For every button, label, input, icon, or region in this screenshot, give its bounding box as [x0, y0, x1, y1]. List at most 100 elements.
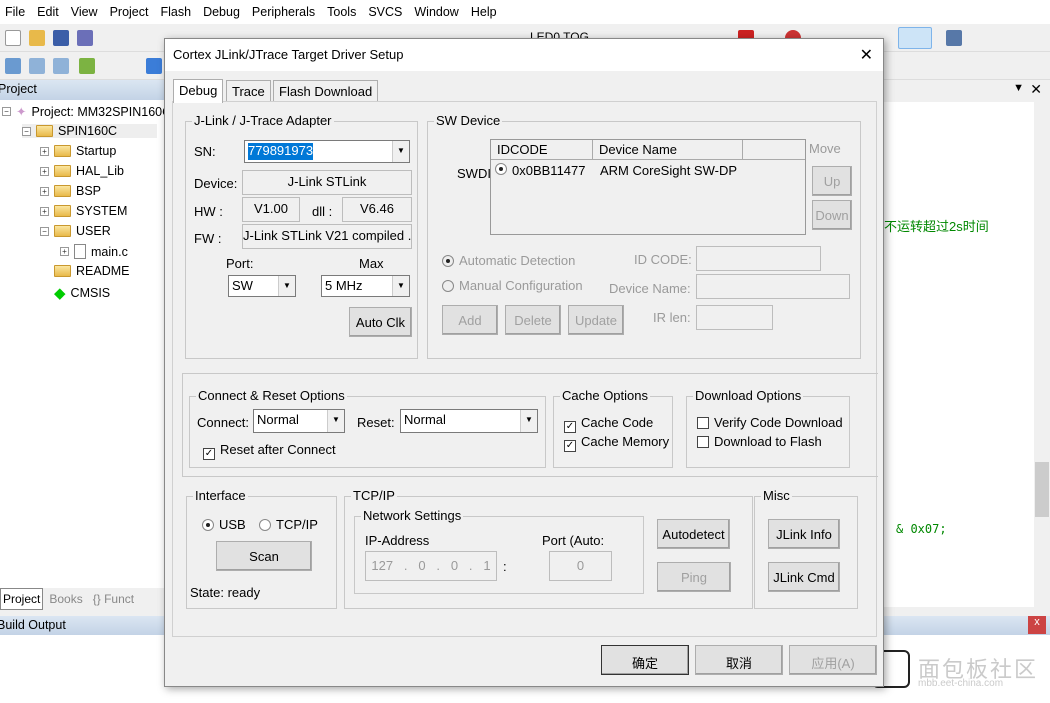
folder-icon [54, 265, 71, 277]
connect-reset-group: Connect & Reset Options Connect: Normal ▼… [189, 388, 546, 468]
open-icon[interactable] [29, 30, 45, 46]
translate-icon[interactable] [5, 58, 21, 74]
tab-debug[interactable]: Debug [173, 79, 224, 103]
tree-item-target[interactable]: − SPIN160C [22, 124, 158, 138]
menu-window[interactable]: Window [409, 5, 465, 19]
debug-tab-page: J-Link / J-Trace Adapter SN: 779891973 ▼ … [172, 101, 878, 637]
manual-config-radio[interactable]: Manual Configuration [442, 278, 583, 293]
move-down-button[interactable]: Down [812, 200, 852, 230]
menu-project[interactable]: Project [105, 5, 156, 19]
new-file-icon[interactable] [5, 30, 21, 46]
column-idcode[interactable]: IDCODE [491, 140, 593, 159]
misc-group: Misc JLink Info JLink Cmd [754, 488, 858, 609]
apply-button[interactable]: 应用(A) [789, 645, 877, 675]
column-device-name[interactable]: Device Name [593, 140, 743, 159]
folder-icon [54, 205, 71, 217]
cache-memory-checkbox[interactable]: ✓ Cache Memory [564, 434, 669, 452]
tree-item-system[interactable]: + SYSTEM [40, 204, 127, 218]
tree-item-hal-lib[interactable]: + HAL_Lib [40, 164, 124, 178]
state-text: State: ready [190, 585, 261, 600]
menu-svcs[interactable]: SVCS [363, 5, 409, 19]
tree-item-project[interactable]: − ✦ Project: MM32SPIN160C [2, 104, 171, 119]
ok-button[interactable]: 确定 [601, 645, 689, 675]
tree-item-user[interactable]: − USER [40, 224, 111, 238]
usb-radio[interactable]: USB [202, 517, 246, 532]
hw-field: V1.00 [242, 197, 300, 222]
ir-len-input[interactable] [696, 305, 773, 330]
cancel-button[interactable]: 取消 [695, 645, 783, 675]
radio-selected-icon [495, 163, 507, 175]
tab-trace[interactable]: Trace [226, 80, 271, 102]
chevron-down-icon: ▼ [392, 141, 409, 162]
tab-functions[interactable]: {} Funct [89, 588, 138, 610]
window-layout-icon[interactable] [898, 27, 932, 49]
cache-code-checkbox[interactable]: ✓ Cache Code [564, 415, 653, 433]
auto-detect-radio[interactable]: Automatic Detection [442, 253, 575, 268]
tree-item-startup[interactable]: + Startup [40, 144, 116, 158]
jlink-cmd-button[interactable]: JLink Cmd [768, 562, 840, 592]
rebuild-icon[interactable] [53, 58, 69, 74]
download-to-flash-checkbox[interactable]: Download to Flash [697, 434, 822, 449]
project-panel-header: Project [0, 80, 164, 100]
wrench-icon[interactable] [946, 30, 962, 46]
adapter-group: J-Link / J-Trace Adapter SN: 779891973 ▼ … [185, 113, 418, 359]
chevron-down-icon: ▼ [520, 410, 537, 432]
menu-peripherals[interactable]: Peripherals [247, 5, 322, 19]
dialog-title-bar: Cortex JLink/JTrace Target Driver Setup … [165, 39, 883, 71]
close-icon[interactable]: ✕ [860, 45, 873, 65]
batch-build-icon[interactable] [79, 58, 95, 74]
port-input[interactable]: 0 [549, 551, 612, 581]
reset-after-connect-checkbox[interactable]: ✓ Reset after Connect [203, 442, 336, 460]
device-name-input[interactable] [696, 274, 850, 299]
reset-select[interactable]: Normal ▼ [400, 409, 538, 433]
port-select[interactable]: SW ▼ [228, 275, 296, 297]
build-icon[interactable] [29, 58, 45, 74]
menu-view[interactable]: View [66, 5, 105, 19]
id-code-input[interactable] [696, 246, 821, 271]
autodetect-button[interactable]: Autodetect [657, 519, 730, 549]
menu-file[interactable]: File [0, 5, 32, 19]
tcpip-radio[interactable]: TCP/IP [259, 517, 318, 532]
table-row[interactable]: 0x0BB11477 ARM CoreSight SW-DP [495, 163, 737, 178]
tree-item-cmsis[interactable]: ◆ CMSIS [54, 284, 110, 302]
folder-open-icon [54, 225, 71, 237]
tab-project[interactable]: Project [0, 588, 44, 610]
save-all-icon[interactable] [77, 30, 93, 46]
dll-field: V6.46 [342, 197, 412, 222]
folder-icon [54, 145, 71, 157]
tab-flash-download[interactable]: Flash Download [273, 80, 379, 102]
chevron-down-icon: ▼ [392, 276, 409, 296]
ip-address-input[interactable]: 127. 0. 0. 1 [365, 551, 497, 581]
tab-books[interactable]: Books [43, 588, 88, 610]
move-up-button[interactable]: Up [812, 166, 852, 196]
editor-scrollbar[interactable] [1034, 102, 1050, 607]
menu-tools[interactable]: Tools [322, 5, 363, 19]
menu-help[interactable]: Help [466, 5, 504, 19]
project-panel-tabs: Project Books {} Funct [0, 588, 164, 610]
tree-item-bsp[interactable]: + BSP [40, 184, 101, 198]
max-clock-select[interactable]: 5 MHz ▼ [321, 275, 410, 297]
add-button[interactable]: Add [442, 305, 498, 335]
ping-button[interactable]: Ping [657, 562, 731, 592]
tree-item-readme[interactable]: README [54, 264, 129, 278]
scan-button[interactable]: Scan [216, 541, 312, 571]
tree-item-main-c[interactable]: + main.c [60, 244, 128, 259]
menu-flash[interactable]: Flash [155, 5, 198, 19]
sn-select[interactable]: 779891973 ▼ [244, 140, 410, 163]
jlink-info-button[interactable]: JLink Info [768, 519, 840, 549]
target-folder-icon [36, 125, 53, 137]
delete-button[interactable]: Delete [505, 305, 561, 335]
close-icon[interactable]: x [1028, 616, 1046, 634]
connect-select[interactable]: Normal ▼ [253, 409, 345, 433]
update-button[interactable]: Update [568, 305, 624, 335]
menu-edit[interactable]: Edit [32, 5, 66, 19]
code-editor[interactable]: 不运转超过2s时间 & 0x07; [884, 102, 1050, 607]
load-icon[interactable] [146, 58, 162, 74]
auto-clk-button[interactable]: Auto Clk [349, 307, 412, 337]
dropdown-icon[interactable]: ▼ [1013, 82, 1024, 94]
close-icon[interactable]: ✕ [1030, 81, 1042, 98]
save-icon[interactable] [53, 30, 69, 46]
verify-code-checkbox[interactable]: Verify Code Download [697, 415, 843, 430]
menu-debug[interactable]: Debug [198, 5, 247, 19]
folder-icon [54, 165, 71, 177]
